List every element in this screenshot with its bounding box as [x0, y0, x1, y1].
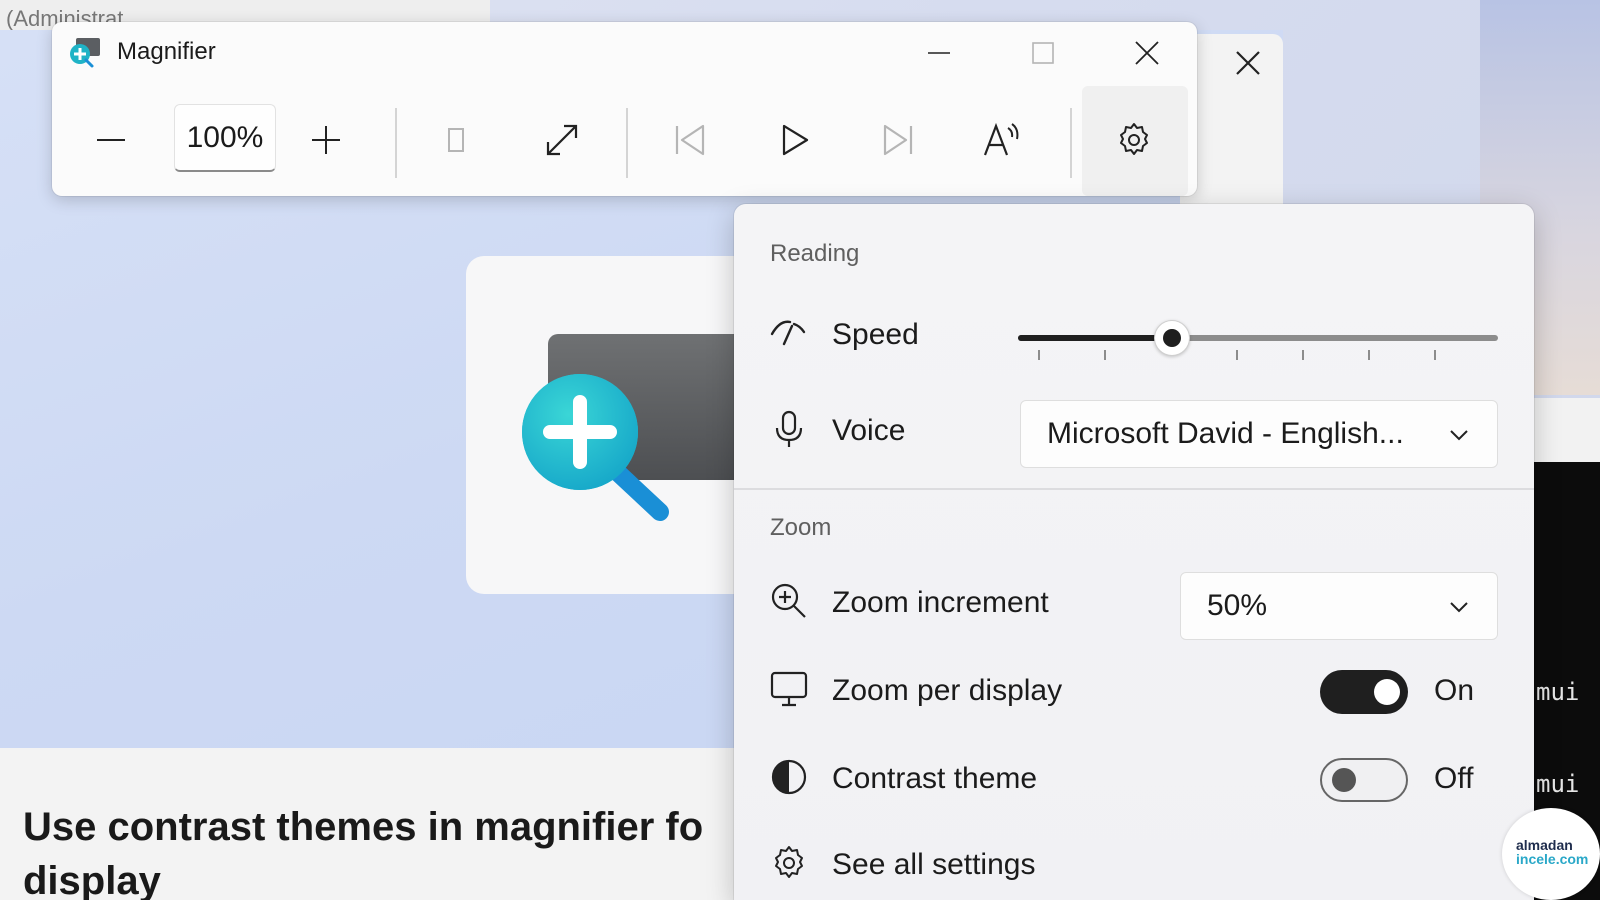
zoom-in-button[interactable]: [290, 104, 362, 176]
magnifier-toolbar: 100%: [52, 86, 1197, 196]
maximize-icon: [1032, 42, 1054, 64]
gear-icon: [1120, 123, 1148, 155]
contrast-theme-label: Contrast theme: [832, 762, 1038, 795]
minimize-icon: [928, 52, 950, 54]
skip-next-icon: [883, 124, 913, 156]
zoom-out-button[interactable]: [75, 104, 147, 176]
speed-icon: [770, 314, 808, 352]
zoom-section-label: Zoom: [770, 514, 832, 541]
minimize-button[interactable]: [914, 30, 964, 76]
contrast-icon: [770, 758, 808, 796]
voice-dropdown-value: Microsoft David - English...: [1047, 417, 1404, 450]
toggle-knob: [1332, 768, 1356, 792]
app-window-close-button[interactable]: [1230, 48, 1266, 84]
magnifier-window: Magnifier 100%: [52, 22, 1197, 196]
play-button[interactable]: [758, 104, 830, 176]
docked-view-icon: [448, 128, 464, 152]
minus-icon: [97, 139, 125, 141]
speed-slider-fill: [1018, 335, 1172, 341]
view-mode-button[interactable]: [420, 104, 492, 176]
gear-icon: [770, 844, 808, 882]
terminal-line: mui: [1536, 678, 1580, 706]
see-all-settings-link[interactable]: See all settings: [832, 848, 1035, 882]
close-icon: [1236, 51, 1260, 75]
previous-paragraph-button[interactable]: [654, 104, 726, 176]
zoom-increment-dropdown[interactable]: 50%: [1180, 572, 1498, 640]
magnifier-titlebar: Magnifier: [52, 22, 1197, 86]
chevron-down-icon: [1450, 430, 1468, 441]
next-paragraph-button[interactable]: [862, 104, 934, 176]
play-icon: [782, 124, 809, 156]
plus-icon: [312, 126, 340, 154]
speed-slider-thumb[interactable]: [1153, 320, 1190, 356]
slider-tick: [1434, 350, 1436, 360]
settings-flyout: Reading Speed Voice Microsoft David - En…: [734, 204, 1534, 900]
chevron-down-icon: [1450, 602, 1468, 613]
terminal-titlebar: [1533, 398, 1600, 462]
zoom-per-display-toggle[interactable]: [1320, 670, 1408, 714]
zoom-increment-value: 50%: [1207, 589, 1268, 622]
zoom-per-display-label: Zoom per display: [832, 674, 1063, 707]
toolbar-separator: [626, 108, 628, 178]
full-screen-button[interactable]: [526, 104, 598, 176]
close-icon: [1135, 41, 1159, 65]
read-aloud-icon: [983, 122, 1019, 156]
watermark-line2: incele.com: [1516, 851, 1589, 867]
window-title: Magnifier: [117, 38, 216, 65]
magnifier-lens-illustration: [520, 372, 669, 521]
maximize-button[interactable]: [1018, 30, 1068, 76]
slider-tick: [1302, 350, 1304, 360]
zoom-in-icon: [770, 582, 808, 620]
slider-tick: [1236, 350, 1238, 360]
watermark-text: almadan incele.com: [1516, 838, 1588, 866]
read-from-here-button[interactable]: [966, 104, 1038, 176]
slider-tick: [1038, 350, 1040, 360]
toolbar-separator: [395, 108, 397, 178]
zoom-level-display[interactable]: 100%: [174, 104, 276, 172]
voice-label: Voice: [832, 414, 906, 447]
expand-icon: [546, 124, 578, 156]
reading-section-label: Reading: [770, 240, 860, 267]
slider-tick: [1104, 350, 1106, 360]
skip-previous-icon: [675, 124, 705, 156]
section-divider: [734, 488, 1534, 490]
watermark-line1: almadan: [1516, 837, 1573, 853]
monitor-icon: [770, 670, 808, 708]
terminal-line: mui: [1536, 770, 1580, 798]
speed-label: Speed: [832, 318, 919, 351]
voice-dropdown[interactable]: Microsoft David - English...: [1020, 400, 1498, 468]
contrast-theme-toggle[interactable]: [1320, 758, 1408, 802]
slider-tick: [1368, 350, 1370, 360]
zoom-per-display-state: On: [1434, 674, 1475, 707]
zoom-increment-label: Zoom increment: [832, 586, 1049, 619]
contrast-theme-state: Off: [1434, 762, 1474, 795]
microphone-icon: [770, 410, 808, 448]
magnifier-app-icon: [68, 36, 102, 70]
close-button[interactable]: [1122, 30, 1172, 76]
article-title: Use contrast themes in magnifier fo disp…: [23, 805, 704, 900]
toolbar-separator: [1070, 108, 1072, 178]
toggle-knob: [1374, 679, 1400, 705]
settings-button[interactable]: [1098, 104, 1170, 176]
